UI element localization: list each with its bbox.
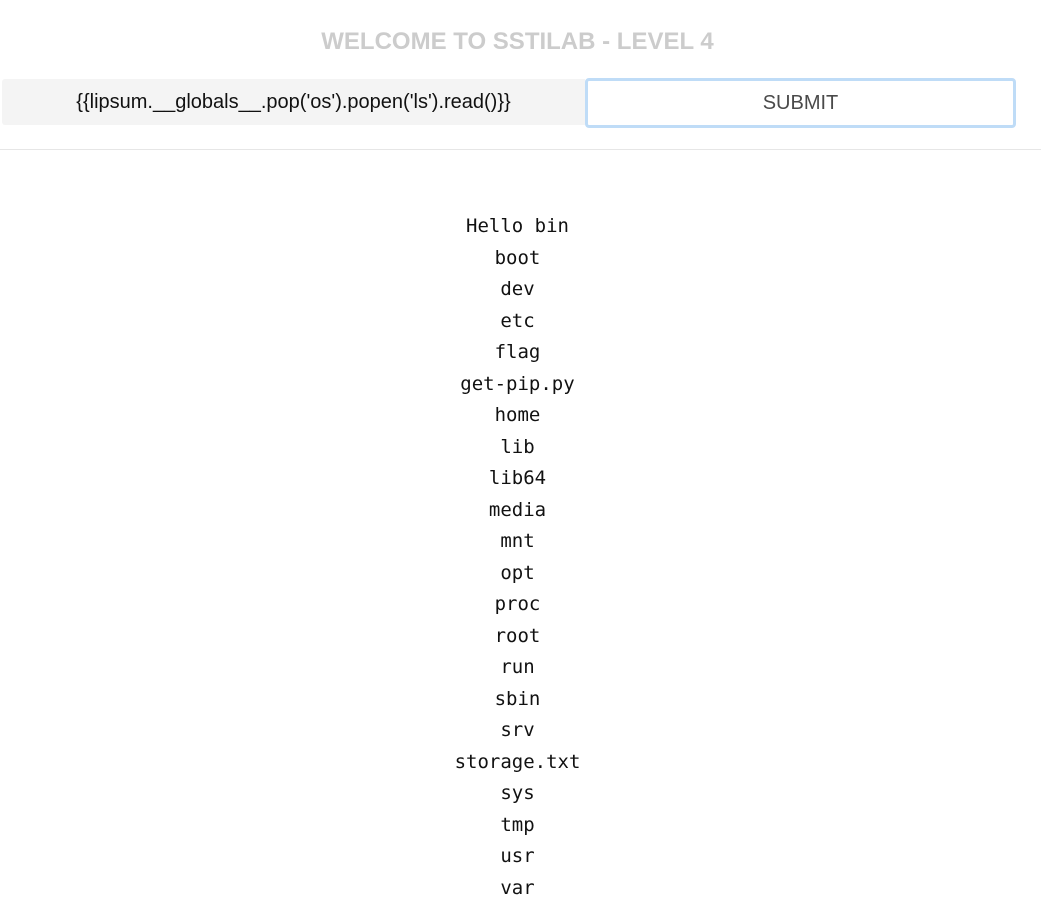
output-line: etc (500, 309, 535, 332)
output-line: lib64 (488, 467, 547, 489)
output-line: get-pip.py (460, 372, 575, 395)
template-form: SUBMIT (2, 78, 1016, 128)
output-line: tmp (500, 813, 535, 836)
output-line: srv (500, 719, 535, 741)
output-line: opt (500, 561, 535, 584)
command-output: Hello bin boot dev etc flag get-pip.py h… (0, 211, 1035, 904)
output-line: sys (500, 782, 535, 804)
output-line: usr (500, 845, 535, 867)
output-line: flag (494, 341, 541, 363)
output-line: var (500, 876, 535, 899)
divider (0, 149, 1041, 150)
output-line: Hello bin (466, 215, 569, 237)
template-input[interactable] (2, 79, 585, 125)
output-line: proc (494, 593, 541, 615)
output-line: storage.txt (454, 750, 581, 773)
output-line: boot (494, 246, 541, 269)
output-line: media (488, 498, 547, 521)
output-line: root (494, 624, 541, 647)
submit-button[interactable]: SUBMIT (585, 78, 1016, 128)
output-line: mnt (500, 530, 535, 552)
output-line: run (500, 656, 535, 678)
output-line: home (494, 404, 541, 426)
page-title: WELCOME TO SSTILAB - LEVEL 4 (321, 28, 714, 55)
output-line: lib (500, 435, 535, 458)
output-line: sbin (494, 687, 541, 710)
output-line: dev (500, 278, 535, 300)
